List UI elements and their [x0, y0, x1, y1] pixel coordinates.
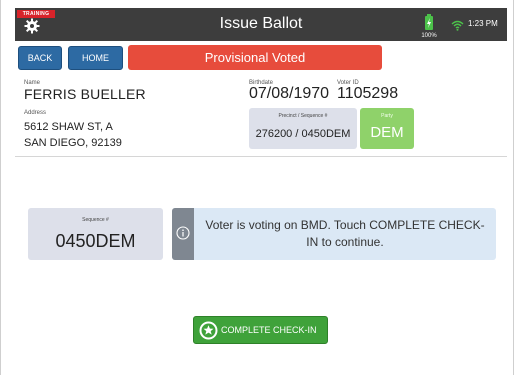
battery-percent: 100%	[421, 33, 437, 39]
precinct-sequence-box: Precinct / Sequence # 276200 / 0450DEM	[249, 108, 357, 149]
sequence-label: Sequence #	[82, 217, 109, 223]
party-label: Party	[381, 113, 393, 119]
voter-name: FERRIS BUELLER	[24, 86, 146, 102]
address-label: Address	[24, 110, 47, 116]
wifi-icon	[451, 18, 464, 31]
address-line-1: 5612 SHAW ST, A	[24, 121, 113, 133]
status-banner: Provisional Voted	[128, 45, 382, 70]
voter-id-value: 1105298	[337, 85, 399, 102]
info-strip	[172, 208, 194, 260]
info-text: Voter is voting on BMD. Touch COMPLETE C…	[205, 218, 485, 249]
clock: 1:23 PM	[468, 19, 498, 28]
precinct-value: 276200 / 0450DEM	[255, 128, 351, 140]
address-line-2: SAN DIEGO, 92139	[24, 137, 122, 149]
complete-check-in-button[interactable]: COMPLETE CHECK-IN	[193, 316, 328, 344]
party-box: Party DEM	[360, 108, 414, 149]
section-divider	[15, 156, 507, 157]
battery-icon	[425, 14, 433, 30]
info-icon	[176, 226, 190, 240]
birthdate-value: 07/08/1970	[249, 85, 330, 102]
precinct-label: Precinct / Sequence #	[278, 113, 328, 119]
sequence-value: 0450DEM	[55, 231, 136, 251]
info-message: Voter is voting on BMD. Touch COMPLETE C…	[172, 208, 496, 260]
back-button[interactable]: BACK	[18, 46, 62, 70]
party-value: DEM	[370, 124, 404, 141]
battery-indicator: 100%	[414, 13, 444, 39]
header-bar: TRAINING Issue Ballot 100% 1:23 PM	[15, 8, 507, 41]
app-frame: TRAINING Issue Ballot 100% 1:23 PM BACK …	[0, 0, 514, 375]
home-button[interactable]: HOME	[68, 46, 123, 70]
complete-check-in-label: COMPLETE CHECK-IN	[221, 325, 317, 335]
star-icon	[199, 321, 218, 340]
sequence-box: Sequence # 0450DEM	[28, 208, 163, 260]
